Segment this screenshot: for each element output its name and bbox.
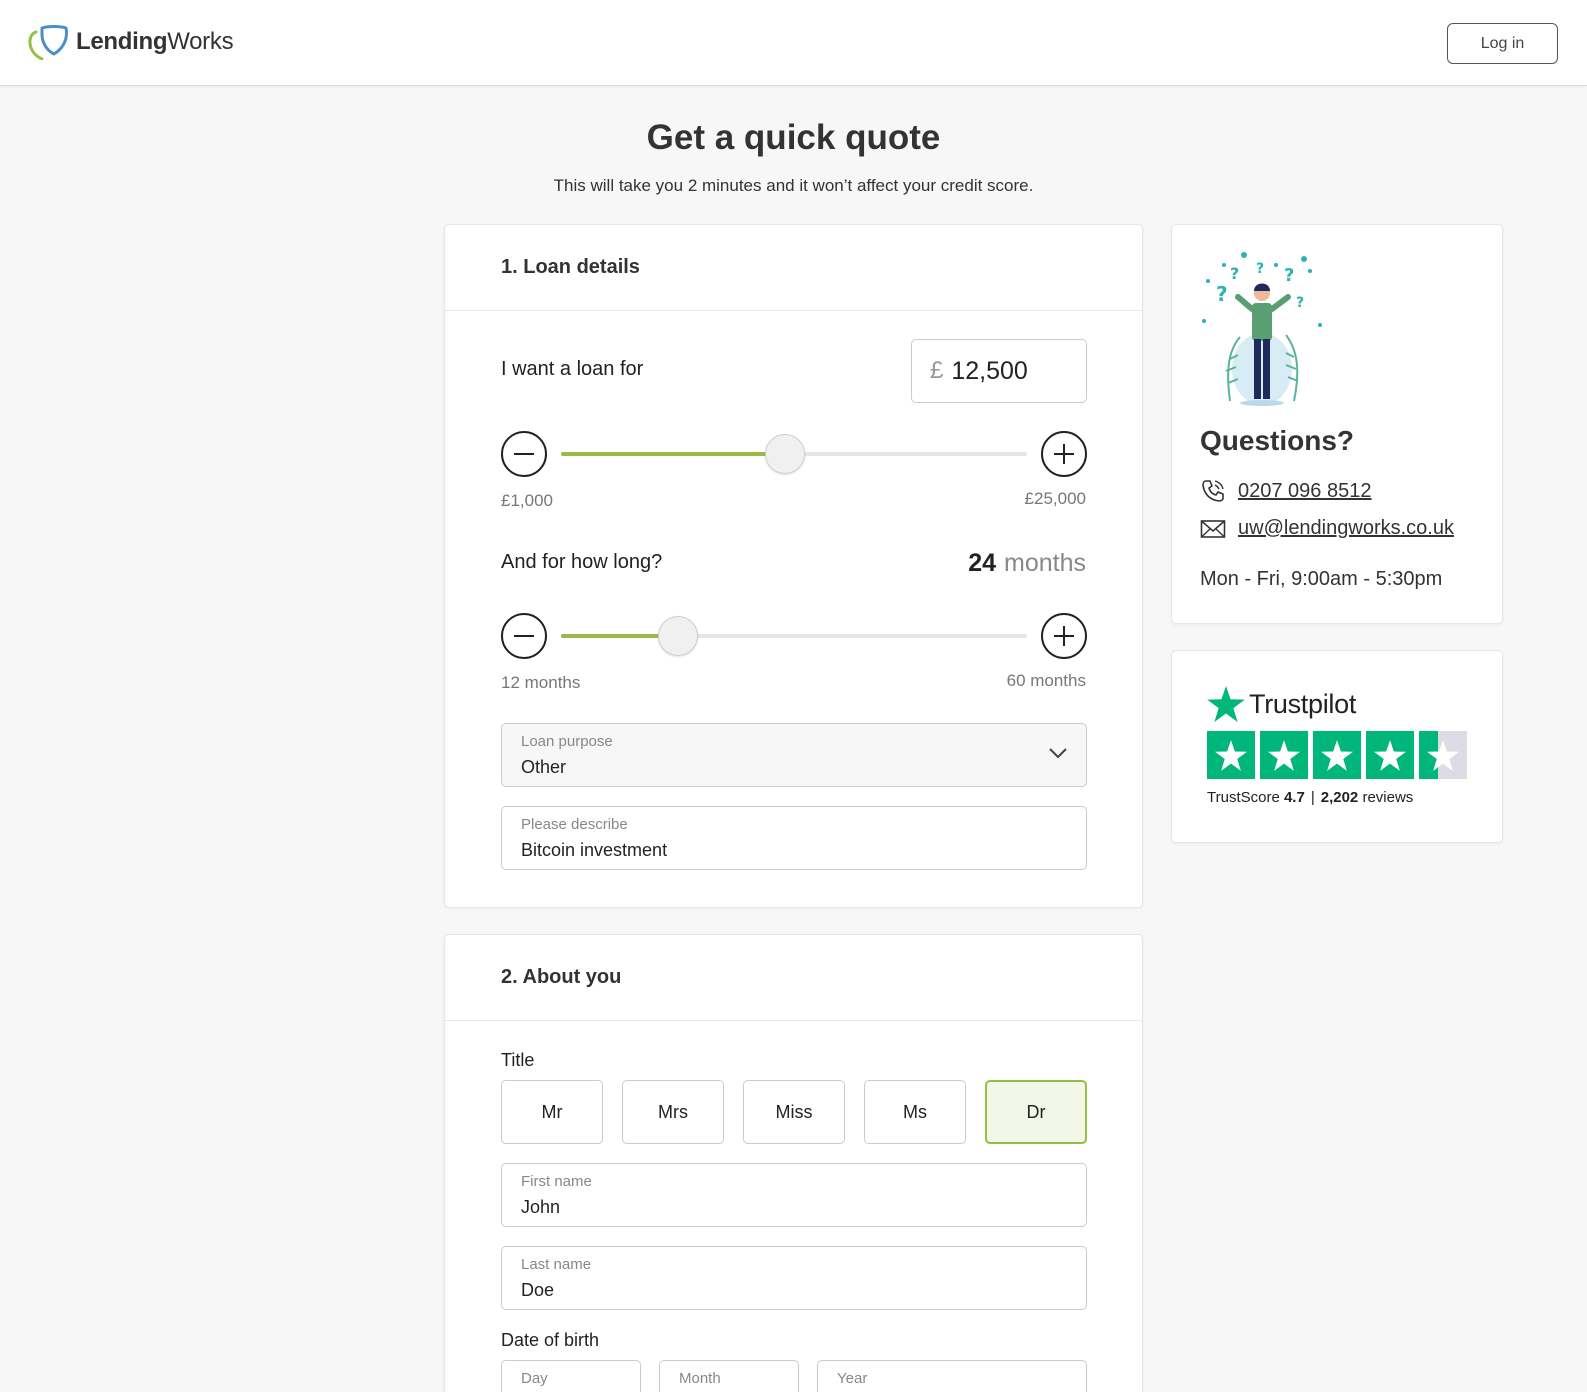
duration-increase-button[interactable] <box>1041 613 1087 659</box>
chevron-down-icon <box>1049 748 1067 759</box>
trustpilot-star-icon <box>1207 686 1245 722</box>
amount-max-label: £25,000 <box>1024 489 1086 508</box>
trustpilot-wordmark: Trustpilot <box>1249 688 1357 719</box>
duration-max-label: 60 months <box>1006 671 1086 690</box>
page-title: Get a quick quote <box>646 118 941 157</box>
title-option-mrs[interactable]: Mrs <box>622 1080 724 1144</box>
mail-icon <box>1200 519 1226 538</box>
duration-decrease-button[interactable] <box>501 613 547 659</box>
currency-symbol: £ <box>930 357 944 384</box>
minus-icon <box>514 635 534 637</box>
login-button[interactable]: Log in <box>1447 23 1558 64</box>
loan-purpose-value: Other <box>521 757 567 777</box>
trustpilot-logo[interactable]: Trustpilot <box>1207 686 1356 722</box>
svg-text:?: ? <box>1230 264 1239 283</box>
loan-duration-label: And for how long? <box>501 551 663 573</box>
last-name-value: Doe <box>521 1280 555 1300</box>
trustpilot-score[interactable]: TrustScore 4.7 | 2,202 reviews <box>1207 789 1413 806</box>
email-row[interactable]: uw@lendingworks.co.uk <box>1200 517 1454 540</box>
shield-logo-icon <box>28 25 68 60</box>
svg-text:?: ? <box>1296 295 1304 311</box>
trustpilot-card: Trustpilot TrustScore 4.7 | 2,202 reviews <box>1171 650 1503 843</box>
first-name-field[interactable]: First name John <box>501 1163 1087 1227</box>
svg-text:?: ? <box>1216 282 1228 306</box>
lending-works-logo[interactable]: LendingWorks <box>26 24 234 60</box>
amount-slider-fill <box>561 452 785 456</box>
phone-row[interactable]: 0207 096 8512 <box>1200 478 1371 504</box>
top-bar: LendingWorks Log in <box>0 0 1587 86</box>
about-you-header: 2. About you <box>445 935 1142 1021</box>
dob-label: Date of birth <box>501 1330 600 1350</box>
dob-year-field[interactable]: Year <box>817 1360 1087 1392</box>
loan-amount-input[interactable]: £ 12,500 <box>911 339 1087 403</box>
trustpilot-stars <box>1207 731 1467 779</box>
loan-purpose-select[interactable]: Loan purpose Other <box>501 723 1087 787</box>
dob-month-label: Month <box>679 1370 721 1387</box>
last-name-label: Last name <box>521 1256 592 1273</box>
svg-text:?: ? <box>1284 265 1294 286</box>
amount-increase-button[interactable] <box>1041 431 1087 477</box>
duration-min-label: 12 months <box>501 673 581 692</box>
dob-day-label: Day <box>521 1370 548 1387</box>
opening-hours: Mon - Fri, 9:00am - 5:30pm <box>1200 568 1443 590</box>
page-subtitle: This will take you 2 minutes and it won’… <box>553 176 1034 195</box>
dob-day-field[interactable]: Day <box>501 1360 641 1392</box>
questions-card: ? ? ? ? ? Questions? 0207 096 8512 uw@le… <box>1171 224 1503 624</box>
email-link[interactable]: uw@lendingworks.co.uk <box>1238 517 1454 540</box>
loan-describe-value: Bitcoin investment <box>521 840 668 860</box>
loan-amount-label: I want a loan for <box>501 358 644 380</box>
amount-slider-thumb[interactable] <box>764 434 805 474</box>
amount-min-label: £1,000 <box>501 491 553 510</box>
loan-amount-value: 12,500 <box>951 356 1028 385</box>
title-option-mr[interactable]: Mr <box>501 1080 603 1144</box>
first-name-value: John <box>521 1197 561 1217</box>
duration-slider-thumb[interactable] <box>657 616 698 656</box>
loan-details-title: 1. Loan details <box>501 256 640 278</box>
title-label: Title <box>501 1050 535 1070</box>
last-name-field[interactable]: Last name Doe <box>501 1246 1087 1310</box>
amount-decrease-button[interactable] <box>501 431 547 477</box>
trustpilot-rating-star <box>1260 731 1308 779</box>
svg-text:?: ? <box>1256 261 1264 277</box>
dob-month-field[interactable]: Month <box>659 1360 799 1392</box>
logo-text: LendingWorks <box>76 28 234 55</box>
minus-icon <box>514 453 534 455</box>
title-option-miss[interactable]: Miss <box>743 1080 845 1144</box>
trustpilot-rating-star <box>1366 731 1414 779</box>
trustpilot-rating-star <box>1207 731 1255 779</box>
phone-icon <box>1202 480 1224 502</box>
plus-icon <box>1054 444 1074 464</box>
trustpilot-rating-star <box>1419 731 1467 779</box>
loan-details-card: 1. Loan details I want a loan for £ 12,5… <box>444 224 1143 908</box>
loan-describe-label: Please describe <box>521 816 628 833</box>
loan-purpose-label: Loan purpose <box>521 733 613 750</box>
confused-person-illustration: ? ? ? ? ? <box>1202 252 1322 406</box>
title-option-ms[interactable]: Ms <box>864 1080 966 1144</box>
plus-icon <box>1054 626 1074 646</box>
loan-details-header: 1. Loan details <box>445 225 1142 311</box>
duration-slider-track[interactable] <box>561 634 1027 638</box>
phone-link[interactable]: 0207 096 8512 <box>1238 480 1371 503</box>
first-name-label: First name <box>521 1173 592 1190</box>
about-you-card: 2. About you Title Mr Mrs Miss Ms Dr Fir… <box>444 934 1143 1392</box>
loan-describe-field[interactable]: Please describe Bitcoin investment <box>501 806 1087 870</box>
questions-title: Questions? <box>1200 425 1355 456</box>
loan-duration-value: 24 months <box>968 549 1086 577</box>
title-option-dr[interactable]: Dr <box>985 1080 1087 1144</box>
dob-year-label: Year <box>837 1370 868 1387</box>
trustpilot-rating-star <box>1313 731 1361 779</box>
about-you-title: 2. About you <box>501 966 622 988</box>
